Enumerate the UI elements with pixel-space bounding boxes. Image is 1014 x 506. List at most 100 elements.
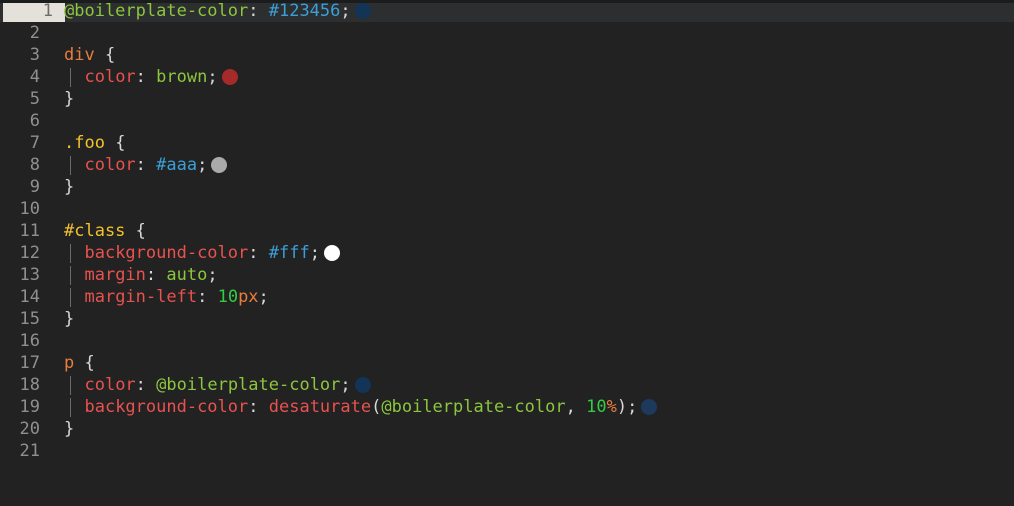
token-prop: color (84, 375, 136, 395)
code-lines-container[interactable]: 1 @boilerplate-color: #123456; 2 3 div {4 co… (0, 0, 1014, 462)
code-line-content[interactable]: margin: auto; (64, 264, 217, 286)
code-line-content[interactable]: margin-left: 10px; (64, 286, 269, 308)
code-line[interactable]: 14 margin-left: 10px; (0, 286, 1014, 308)
code-line-content[interactable]: color: brown; (64, 66, 238, 88)
code-line[interactable]: 17 p { (0, 352, 1014, 374)
line-number[interactable]: 1 (3, 0, 65, 22)
line-number[interactable]: 2 (0, 22, 52, 44)
token-var: @boilerplate-color (64, 1, 249, 21)
token-punct: : (248, 397, 259, 417)
token-prop: margin (84, 265, 146, 285)
code-line[interactable]: 2 (0, 22, 1014, 44)
token-punct: ) (616, 397, 628, 417)
line-number[interactable]: 10 (0, 198, 52, 220)
line-number[interactable]: 7 (0, 132, 52, 154)
code-line-content[interactable]: } (64, 176, 74, 198)
code-line[interactable]: 10 (0, 198, 1014, 220)
token-punct: ; (207, 67, 218, 87)
token-prop: margin-left (84, 287, 198, 307)
line-number[interactable]: 14 (0, 286, 52, 308)
code-line-content[interactable]: color: @boilerplate-color; (64, 374, 371, 396)
code-line[interactable]: 20} (0, 418, 1014, 440)
token-selector: #class (64, 221, 126, 241)
token-num: 10 (217, 287, 239, 307)
line-number[interactable]: 4 (0, 66, 52, 88)
code-line[interactable]: 4 color: brown; (0, 66, 1014, 88)
code-line-content[interactable]: p { (64, 352, 95, 374)
token-hex: #123456 (268, 1, 341, 21)
line-number[interactable]: 8 (0, 154, 52, 176)
code-line-content[interactable]: background-color: desaturate(@boilerplat… (64, 396, 658, 418)
color-swatch-icon[interactable] (211, 157, 228, 173)
line-number[interactable]: 12 (0, 242, 52, 264)
line-number[interactable]: 20 (0, 418, 52, 440)
code-line[interactable]: 1 @boilerplate-color: #123456; (0, 0, 1014, 22)
code-line-content[interactable]: div { (64, 44, 115, 66)
token-punct: ( (371, 397, 382, 417)
code-line[interactable]: 8 color: #aaa; (0, 154, 1014, 176)
line-number[interactable]: 21 (0, 440, 52, 462)
line-number[interactable]: 5 (0, 88, 52, 110)
token-punct: : (197, 287, 208, 307)
code-line-content[interactable]: #class { (64, 220, 146, 242)
code-line[interactable]: 19 background-color: desaturate(@boilerp… (0, 396, 1014, 418)
token-prop: background-color (84, 243, 249, 263)
code-line-content[interactable]: .foo { (64, 132, 125, 154)
code-line[interactable]: 6 (0, 110, 1014, 132)
code-line-content[interactable]: background-color: #fff; (64, 242, 340, 264)
color-swatch-icon[interactable] (354, 3, 371, 19)
token-punct: , (565, 397, 576, 417)
code-line[interactable]: 13 margin: auto; (0, 264, 1014, 286)
token-hex: #aaa (156, 155, 198, 175)
line-number[interactable]: 13 (0, 264, 52, 286)
line-number[interactable]: 19 (0, 396, 52, 418)
code-editor[interactable]: 1 @boilerplate-color: #123456; 2 3 div {4 co… (0, 0, 1014, 506)
token-tag: p (64, 353, 75, 373)
token-var: @boilerplate-color (381, 397, 566, 417)
code-line-content[interactable]: } (64, 88, 74, 110)
code-line[interactable]: 15} (0, 308, 1014, 330)
code-line[interactable]: 16 (0, 330, 1014, 352)
token-prop: color (84, 67, 136, 87)
code-line[interactable]: 7 .foo { (0, 132, 1014, 154)
color-swatch-icon[interactable] (221, 69, 238, 85)
line-number[interactable]: 9 (0, 176, 52, 198)
token-prop: color (84, 155, 136, 175)
token-punct: } (64, 177, 75, 197)
code-line[interactable]: 5} (0, 88, 1014, 110)
code-line[interactable]: 3 div { (0, 44, 1014, 66)
code-line[interactable]: 11 #class { (0, 220, 1014, 242)
line-number[interactable]: 17 (0, 352, 52, 374)
line-number[interactable]: 6 (0, 110, 52, 132)
token-punct: ; (309, 243, 320, 263)
code-line-content[interactable]: @boilerplate-color: #123456; (64, 0, 371, 22)
line-number[interactable]: 15 (0, 308, 52, 330)
code-line-content[interactable]: } (64, 308, 74, 330)
color-swatch-icon[interactable] (354, 377, 371, 393)
line-number[interactable]: 3 (0, 44, 52, 66)
code-line-content[interactable]: } (64, 418, 74, 440)
code-line[interactable]: 18 color: @boilerplate-color; (0, 374, 1014, 396)
color-swatch-icon[interactable] (323, 245, 340, 261)
line-number[interactable]: 16 (0, 330, 52, 352)
line-number[interactable]: 18 (0, 374, 52, 396)
line-number[interactable]: 11 (0, 220, 52, 242)
code-line-content[interactable]: color: #aaa; (64, 154, 228, 176)
code-line[interactable]: 9} (0, 176, 1014, 198)
code-line[interactable]: 12 background-color: #fff; (0, 242, 1014, 264)
code-line[interactable]: 21 (0, 440, 1014, 462)
token-punct: ; (258, 287, 269, 307)
token-punct: : (248, 1, 259, 21)
color-swatch-icon[interactable] (641, 399, 658, 415)
